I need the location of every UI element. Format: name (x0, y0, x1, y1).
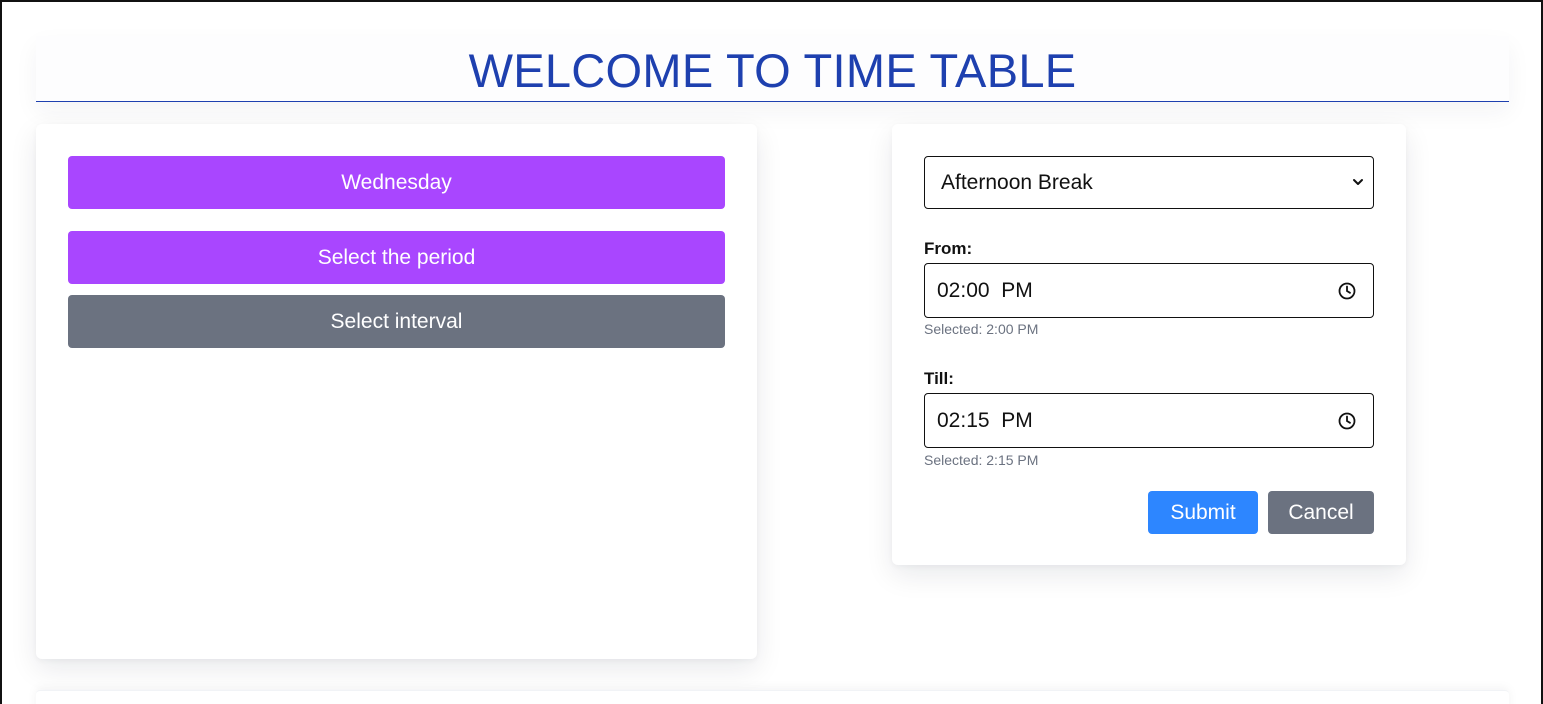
app-frame: WELCOME TO TIME TABLE Wednesday Select t… (0, 0, 1543, 704)
page-header: WELCOME TO TIME TABLE (36, 36, 1509, 102)
select-period-button[interactable]: Select the period (68, 231, 725, 284)
from-label: From: (924, 239, 973, 258)
interval-select[interactable]: Afternoon Break (924, 156, 1374, 209)
day-button[interactable]: Wednesday (68, 156, 725, 209)
till-selected-text: Selected: 2:15 PM (924, 452, 1039, 468)
page-title: WELCOME TO TIME TABLE (468, 44, 1077, 97)
interval-select-value: Afternoon Break (941, 170, 1093, 194)
from-selected-text: Selected: 2:00 PM (924, 321, 1039, 337)
till-label: Till: (924, 369, 954, 388)
clock-icon[interactable] (1337, 411, 1357, 431)
bottom-panel (36, 690, 1509, 704)
day-panel: Wednesday Select the period Select inter… (36, 124, 757, 659)
from-time-value: 02:00 PM (937, 278, 1033, 302)
cancel-button[interactable]: Cancel (1268, 491, 1374, 534)
till-time-input[interactable]: 02:15 PM (924, 393, 1374, 448)
till-time-value: 02:15 PM (937, 408, 1033, 432)
chevron-down-icon (1353, 179, 1363, 185)
select-interval-button[interactable]: Select interval (68, 295, 725, 348)
interval-form: Afternoon Break From: 02:00 PM Selected:… (892, 124, 1406, 565)
from-time-input[interactable]: 02:00 PM (924, 263, 1374, 318)
clock-icon[interactable] (1337, 281, 1357, 301)
submit-button[interactable]: Submit (1148, 491, 1258, 534)
